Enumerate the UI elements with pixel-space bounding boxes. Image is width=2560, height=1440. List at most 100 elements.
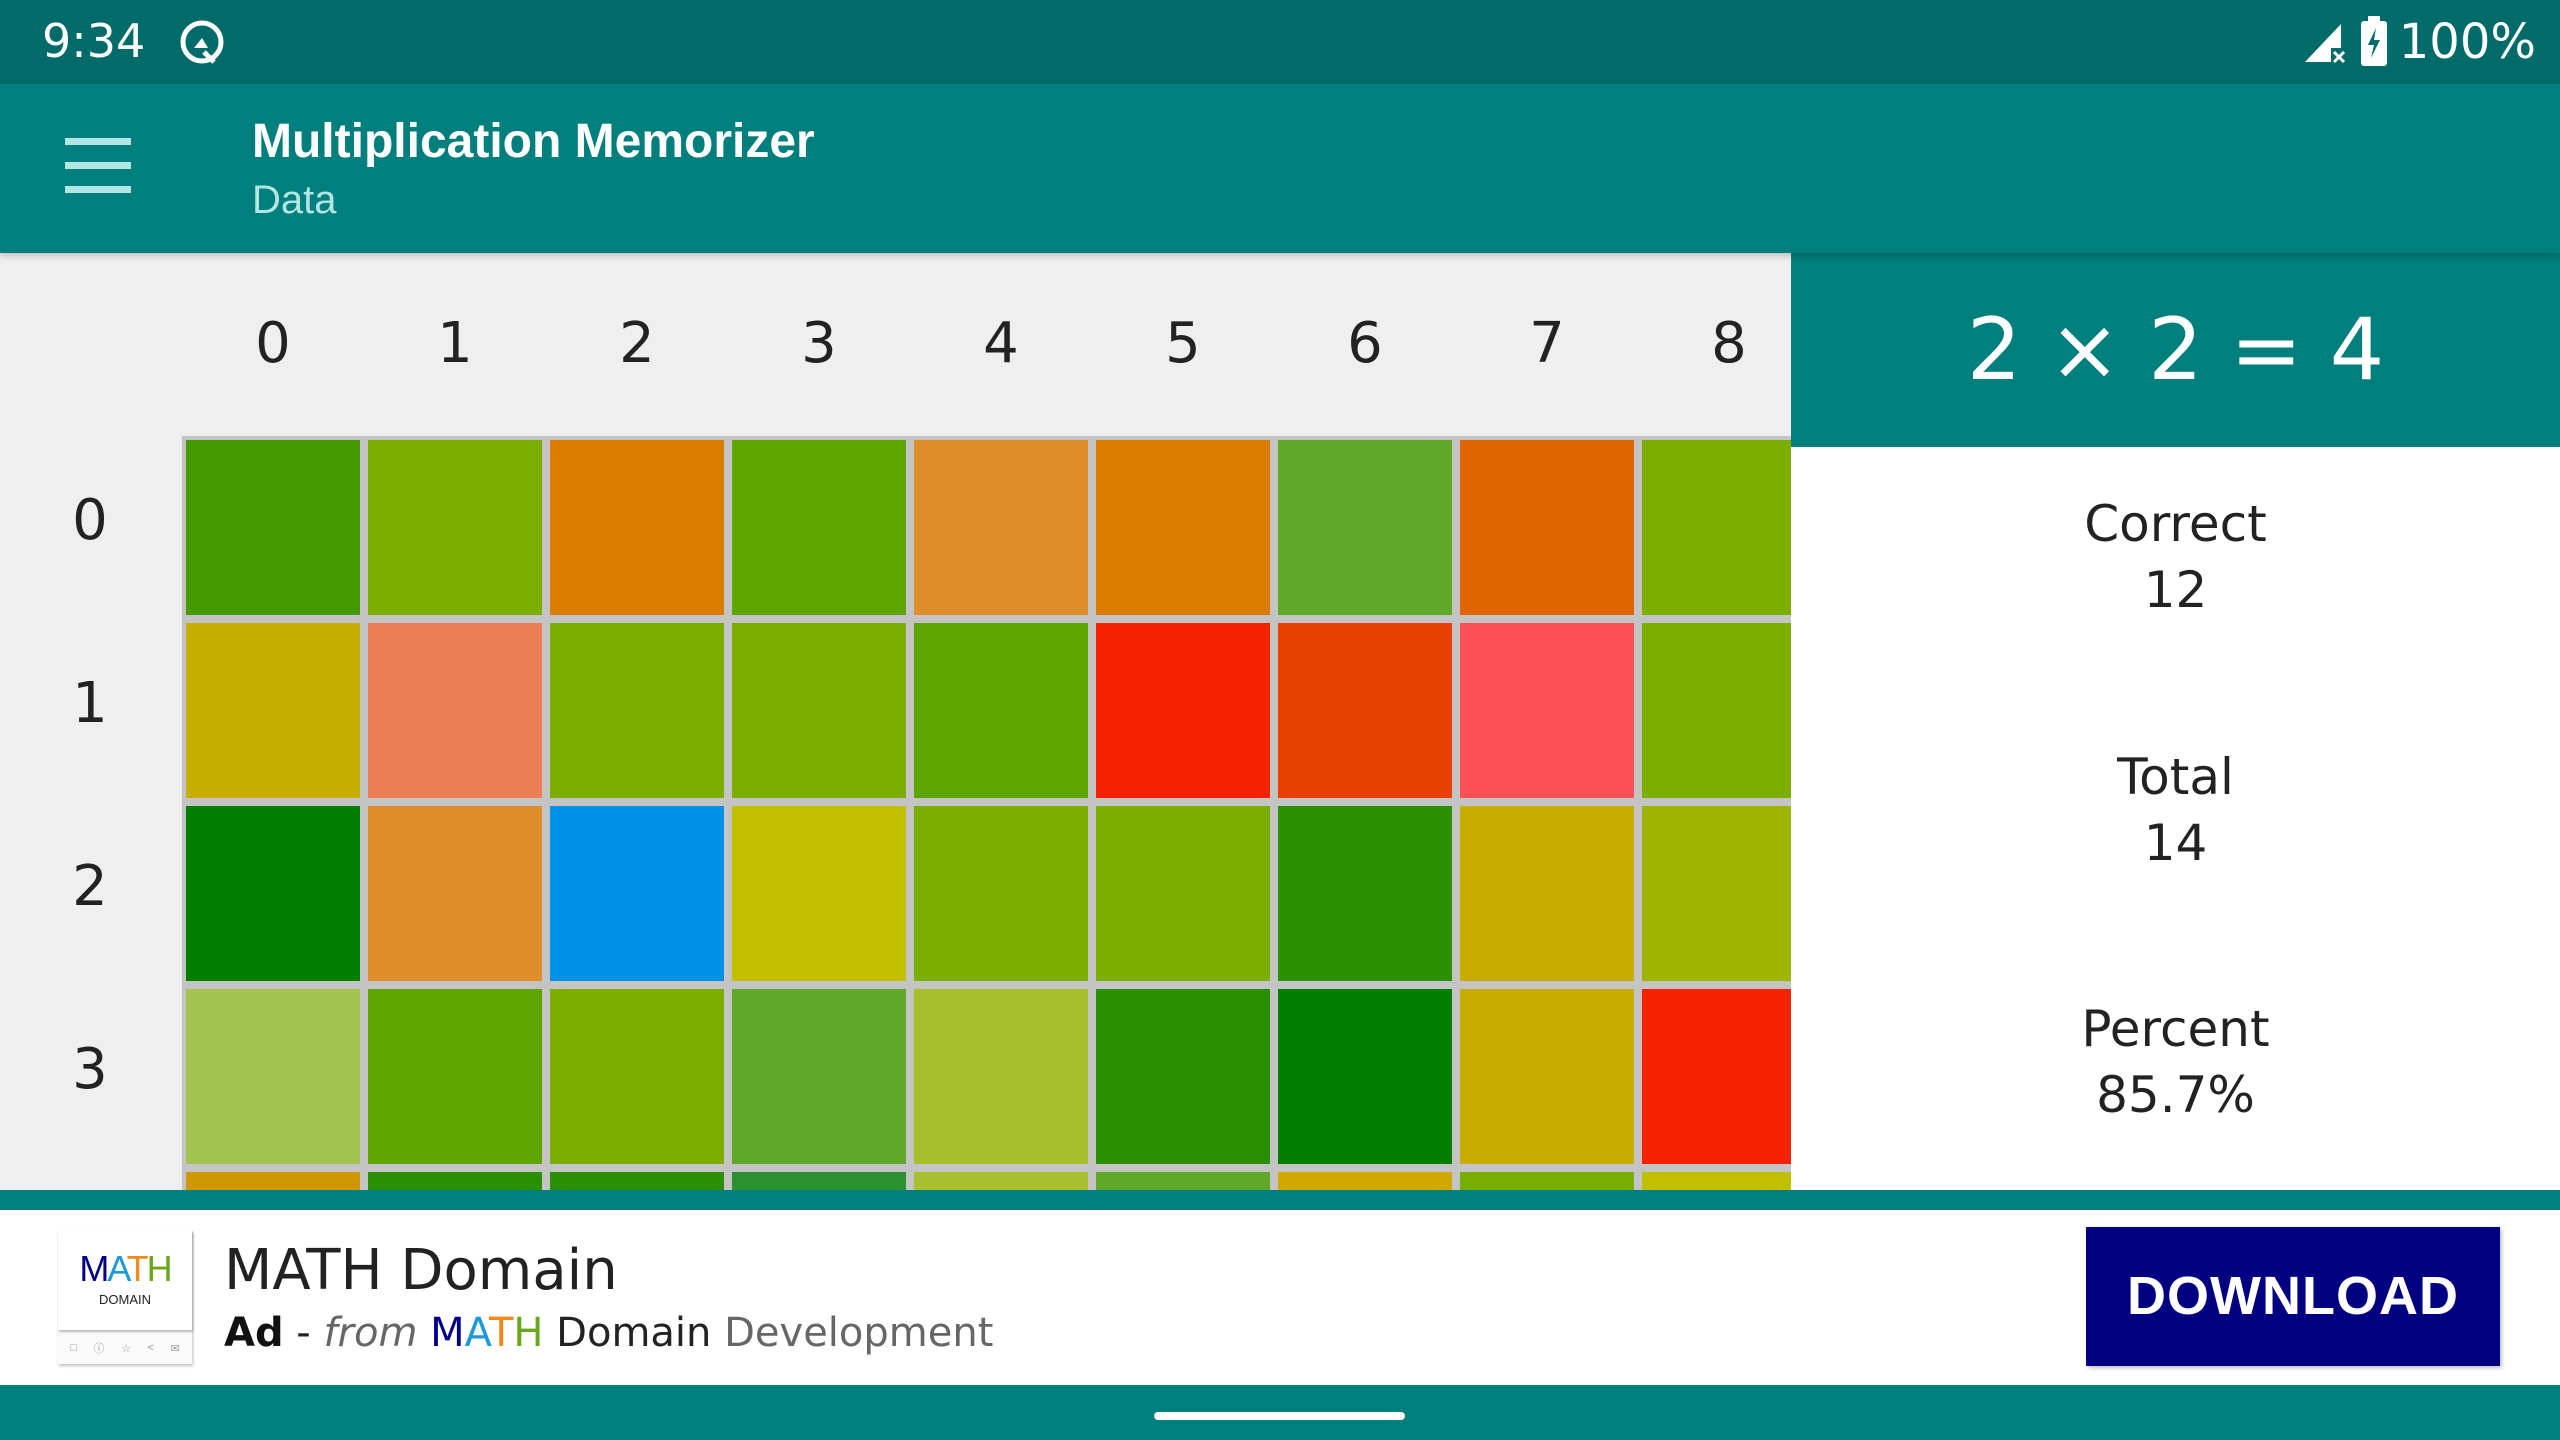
grid-cell-2-2[interactable]: [546, 802, 728, 985]
grid-cell-3-1[interactable]: [364, 985, 546, 1168]
grid-cell-0-7[interactable]: [1456, 436, 1638, 619]
logo-letter: T: [126, 1248, 149, 1289]
q-logo-icon: [180, 20, 224, 64]
grid-cell-1-5[interactable]: [1092, 619, 1274, 802]
grid-cell-1-6[interactable]: [1274, 619, 1456, 802]
grid-cell-4-2[interactable]: [546, 1168, 728, 1190]
info-icon: ⓘ: [93, 1343, 105, 1355]
stat-label: Total: [2117, 748, 2234, 806]
ad-banner[interactable]: MATH DOMAIN □ ⓘ ☆ < ✉ MATH Domain Ad - f…: [0, 1210, 2560, 1385]
column-label: 0: [255, 311, 291, 376]
ad-subtitle: Ad - from MATH Domain Development: [224, 1310, 993, 1356]
grid-cell-2-5[interactable]: [1092, 802, 1274, 985]
ad-icon-actions: □ ⓘ ☆ < ✉: [62, 1338, 188, 1358]
grid-cell-4-6[interactable]: [1274, 1168, 1456, 1190]
grid-cell-3-3[interactable]: [728, 985, 910, 1168]
home-gesture-handle[interactable]: [1154, 1412, 1405, 1420]
status-indicators: 100%: [2301, 14, 2536, 70]
ad-icon-subtext: DOMAIN: [99, 1292, 151, 1307]
bookmark-icon: □: [70, 1342, 77, 1354]
grid-cell-2-7[interactable]: [1456, 802, 1638, 985]
grid-cell-1-1[interactable]: [364, 619, 546, 802]
status-time: 9:34: [42, 14, 146, 68]
share-icon: <: [147, 1342, 154, 1354]
stat-total: Total 14: [1791, 744, 2560, 876]
status-bar: 9:34 100%: [0, 0, 2560, 84]
grid-cell-4-4[interactable]: [910, 1168, 1092, 1190]
grid-cell-0-6[interactable]: [1274, 436, 1456, 619]
stat-correct: Correct 12: [1791, 491, 2560, 623]
logo-letter: A: [464, 1310, 489, 1356]
grid-cell-1-4[interactable]: [910, 619, 1092, 802]
download-button[interactable]: DOWNLOAD: [2086, 1227, 2500, 1366]
mail-icon: ✉: [170, 1342, 180, 1355]
logo-letter: M: [79, 1248, 109, 1289]
app-bar: Multiplication Memorizer Data: [0, 84, 2560, 253]
grid-cell-1-0[interactable]: [182, 619, 364, 802]
grid-cell-0-1[interactable]: [364, 436, 546, 619]
grid-cell-1-8[interactable]: [1638, 619, 1791, 802]
grid-cell-3-7[interactable]: [1456, 985, 1638, 1168]
row-label: 1: [72, 671, 108, 736]
grid-cell-2-0[interactable]: [182, 802, 364, 985]
grid-cell-4-8[interactable]: [1638, 1168, 1791, 1190]
row-label: 2: [72, 854, 108, 919]
logo-letter: T: [488, 1310, 514, 1356]
column-label: 4: [983, 311, 1019, 376]
ad-label: Ad: [224, 1310, 284, 1356]
math-domain-logo: MATH: [58, 1248, 192, 1290]
stat-percent: Percent 85.7%: [1791, 996, 2560, 1128]
column-label: 2: [619, 311, 655, 376]
detail-panel: 2 × 2 = 4 Correct 12 Total 14 Percent 85…: [1791, 253, 2560, 1190]
column-label: 5: [1165, 311, 1201, 376]
grid-cell-3-4[interactable]: [910, 985, 1092, 1168]
column-label: 8: [1711, 311, 1747, 376]
grid-cell-2-8[interactable]: [1638, 802, 1791, 985]
grid-cell-3-5[interactable]: [1092, 985, 1274, 1168]
row-label: 3: [72, 1037, 108, 1102]
grid-cell-2-4[interactable]: [910, 802, 1092, 985]
ad-brand-rest: Domain: [543, 1310, 712, 1356]
hamburger-menu-icon[interactable]: [56, 138, 142, 200]
grid-cell-3-0[interactable]: [182, 985, 364, 1168]
grid-cell-0-2[interactable]: [546, 436, 728, 619]
grid-cell-4-7[interactable]: [1456, 1168, 1638, 1190]
grid-cell-1-7[interactable]: [1456, 619, 1638, 802]
ad-separator: -: [283, 1310, 324, 1356]
ad-icon-logo-card: MATH DOMAIN: [58, 1230, 192, 1330]
ad-brand: MATH: [430, 1310, 543, 1356]
ad-title[interactable]: MATH Domain: [224, 1238, 618, 1303]
grid-cell-1-3[interactable]: [728, 619, 910, 802]
app-subtitle: Data: [252, 178, 337, 222]
grid-cell-4-5[interactable]: [1092, 1168, 1274, 1190]
grid-cell-4-0[interactable]: [182, 1168, 364, 1190]
grid-cell-0-8[interactable]: [1638, 436, 1791, 619]
grid-cell-3-8[interactable]: [1638, 985, 1791, 1168]
column-label: 6: [1347, 311, 1383, 376]
grid-cell-0-3[interactable]: [728, 436, 910, 619]
stat-value: 12: [2143, 561, 2208, 619]
equation-display: 2 × 2 = 4: [1791, 253, 2560, 447]
grid-cell-0-0[interactable]: [182, 436, 364, 619]
grid-cell-4-3[interactable]: [728, 1168, 910, 1190]
stat-value: 85.7%: [2096, 1066, 2255, 1124]
ad-app-icon[interactable]: MATH DOMAIN □ ⓘ ☆ < ✉: [58, 1230, 192, 1364]
stat-value: 14: [2143, 814, 2208, 872]
grid-cell-3-2[interactable]: [546, 985, 728, 1168]
multiplication-grid[interactable]: 0 1 2 3 4 5 6 7 8 0 1 2 3: [0, 253, 1791, 1190]
row-label: 0: [72, 488, 108, 553]
grid-cell-4-1[interactable]: [364, 1168, 546, 1190]
stat-label: Percent: [2081, 1000, 2270, 1058]
logo-letter: H: [513, 1310, 544, 1356]
grid-cell-2-3[interactable]: [728, 802, 910, 985]
navigation-bar: [0, 1385, 2560, 1440]
logo-letter: H: [146, 1248, 173, 1289]
grid-cell-1-2[interactable]: [546, 619, 728, 802]
grid-cell-0-5[interactable]: [1092, 436, 1274, 619]
signal-no-service-icon: [2304, 24, 2345, 64]
grid-cell-2-1[interactable]: [364, 802, 546, 985]
grid-cell-2-6[interactable]: [1274, 802, 1456, 985]
logo-letter: A: [107, 1248, 128, 1289]
grid-cell-3-6[interactable]: [1274, 985, 1456, 1168]
grid-cell-0-4[interactable]: [910, 436, 1092, 619]
